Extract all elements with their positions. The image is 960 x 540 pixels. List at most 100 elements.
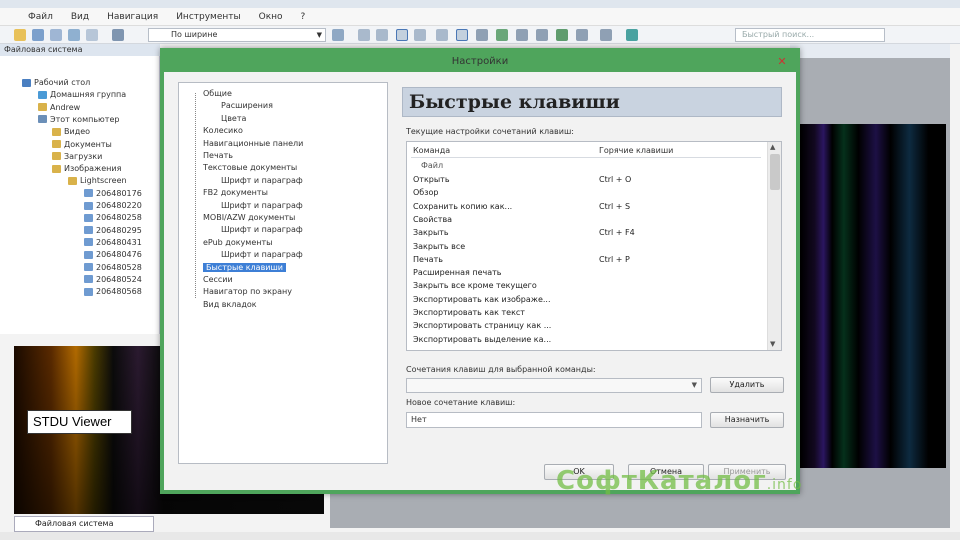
tree-item[interactable]: Изображения [52,164,121,173]
table-row[interactable]: Открыть Ctrl + O [413,175,761,184]
table-row[interactable]: Расширенная печать [413,268,761,277]
hand-tool-icon[interactable] [112,29,124,41]
zoom-icon[interactable] [332,29,344,41]
tree-item[interactable]: 206480528 [84,263,142,272]
image-file-icon [84,201,93,210]
tree-item[interactable]: Загрузки [52,152,102,161]
table-row[interactable]: Экспортировать как изображе... [413,295,761,304]
find-icon[interactable] [86,29,98,41]
table-row[interactable]: Экспортировать выделение ка... [413,335,761,344]
new-combo-input[interactable]: Нет [406,412,702,428]
quick-search-input[interactable]: Быстрый поиск... [735,28,885,42]
settings-category[interactable]: Шрифт и параграф [221,201,303,210]
tree-item-label: 206480431 [96,237,142,247]
combo-select[interactable]: ▼ [406,378,702,393]
menu-tools[interactable]: Инструменты [176,12,240,22]
continuous-icon[interactable] [456,29,468,41]
table-row[interactable]: Обзор [413,188,761,197]
print-icon[interactable] [50,29,62,41]
thumbnails-icon[interactable] [496,29,508,41]
scroll-up-icon[interactable]: ▲ [770,143,775,151]
command-cell: Печать [413,254,443,264]
zoom-mode-select[interactable]: По ширине ▼ [148,28,326,42]
menu-window[interactable]: Окно [259,12,283,22]
settings-category[interactable]: Вид вкладок [203,300,257,309]
settings-category[interactable]: Навигационные панели [203,139,303,148]
tree-item[interactable]: 206480220 [84,201,142,210]
tree-item[interactable]: 206480176 [84,189,142,198]
scroll-thumb[interactable] [770,154,780,190]
select-tool-icon[interactable] [396,29,408,41]
tree-item[interactable]: Документы [52,140,112,149]
settings-category[interactable]: Шрифт и параграф [221,250,303,259]
bookmarks-icon[interactable] [516,29,528,41]
section-title: Быстрые клавиши [402,87,782,117]
menu-navigation[interactable]: Навигация [107,12,158,22]
settings-category[interactable]: Шрифт и параграф [221,176,303,185]
open-folder-icon[interactable] [14,29,26,41]
settings-category[interactable]: ePub документы [203,238,272,247]
delete-button[interactable]: Удалить [710,377,784,393]
tree-item[interactable]: 206480476 [84,250,142,259]
settings-category[interactable]: Текстовые документы [203,163,297,172]
table-row[interactable]: Закрыть все кроме текущего [413,281,761,290]
image-file-icon [84,275,93,284]
tree-item-label: Рабочий стол [34,78,91,87]
rotate-icon[interactable] [414,29,426,41]
fit-page-icon[interactable] [358,29,370,41]
scroll-down-icon[interactable]: ▼ [770,340,775,348]
table-row[interactable]: Экспортировать как текст [413,308,761,317]
settings-category[interactable]: Общие [203,89,232,98]
table-row[interactable]: Сохранить копию как... Ctrl + S [413,202,761,211]
fit-width-icon[interactable] [376,29,388,41]
refresh-icon[interactable] [626,29,638,41]
folder-icon [22,78,31,87]
document-tab[interactable] [790,44,950,58]
settings-category[interactable]: Колесико [203,126,243,135]
copy-icon[interactable] [68,29,80,41]
tree-item[interactable]: 206480258 [84,213,142,222]
settings-category[interactable]: Шрифт и параграф [221,225,303,234]
settings-category[interactable]: FB2 документы [203,188,268,197]
assign-button[interactable]: Назначить [710,412,784,428]
tree-item[interactable]: Рабочий стол [22,78,90,87]
settings-category[interactable]: Навигатор по экрану [203,287,292,296]
settings-category[interactable]: Сессии [203,275,233,284]
tree-item[interactable]: Andrew [38,103,80,112]
settings-category[interactable]: MOBI/AZW документы [203,213,295,222]
tree-item[interactable]: 206480295 [84,226,142,235]
tree-item[interactable]: 206480568 [84,287,142,296]
back-icon[interactable] [536,29,548,41]
tree-item[interactable]: 206480431 [84,238,142,247]
settings-category[interactable]: Расширения [221,101,273,110]
tree-item[interactable]: Видео [52,127,90,136]
tree-item[interactable]: Домашняя группа [38,90,126,99]
tree-item-label: 206480568 [96,287,142,297]
file-system-tab[interactable]: Файловая система [14,516,154,532]
command-cell: Открыть [413,175,450,184]
settings-category[interactable]: Цвета [221,114,246,123]
table-row[interactable]: Свойства [413,215,761,224]
menu-view[interactable]: Вид [71,12,89,22]
table-row[interactable]: Закрыть Ctrl + F4 [413,228,761,237]
hotkey-cell: Ctrl + P [599,254,630,264]
forward-icon[interactable] [556,29,568,41]
settings-icon[interactable] [600,29,612,41]
tree-item-label: Изображения [64,164,122,174]
save-icon[interactable] [32,29,44,41]
close-icon[interactable]: ✕ [772,55,792,68]
table-row[interactable]: Экспортировать страницу как ... [413,321,761,330]
tree-item[interactable]: Этот компьютер [38,115,119,124]
menu-file[interactable]: Файл [28,12,53,22]
table-row[interactable]: Печать Ctrl + P [413,255,761,264]
settings-category[interactable]: Быстрые клавиши [203,262,287,272]
tree-item[interactable]: 206480524 [84,275,142,284]
tree-item[interactable]: Lightscreen [68,176,127,185]
page-icon[interactable] [436,29,448,41]
table-scrollbar[interactable]: ▲ ▼ [767,142,781,350]
menu-help[interactable]: ? [301,12,306,22]
two-page-icon[interactable] [476,29,488,41]
settings-category[interactable]: Печать [203,151,233,160]
table-row[interactable]: Закрыть все [413,242,761,251]
history-icon[interactable] [576,29,588,41]
